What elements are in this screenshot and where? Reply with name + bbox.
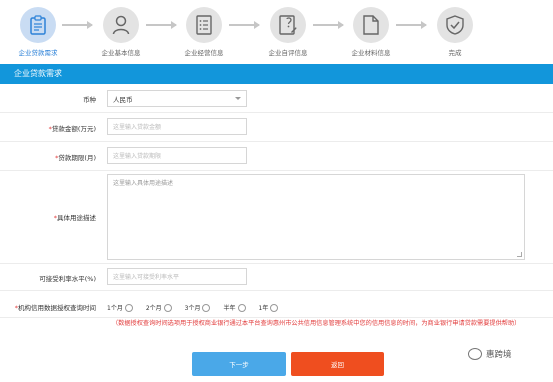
wechat-icon [468, 348, 482, 360]
placeholder-text: 这里输入贷款金额 [113, 124, 162, 131]
person-icon [103, 7, 139, 43]
watermark-text: 惠跨境 [486, 350, 512, 360]
radio-half-year[interactable]: 半年 [223, 303, 246, 312]
step-business-info[interactable]: 企业经营信息 [169, 7, 239, 57]
section-title: 企业贷款需求 [0, 64, 553, 84]
radio-label: 3个月 [184, 305, 201, 312]
placeholder-text: 这里输入可接受利率水平 [113, 274, 180, 281]
radio-1-month[interactable]: 1个月 [107, 303, 133, 312]
list-document-icon [186, 7, 222, 43]
interest-rate-input[interactable]: 这里输入可接受利率水平 [107, 268, 247, 285]
step-basic-info[interactable]: 企业基本信息 [86, 7, 156, 57]
chevron-down-icon [235, 97, 241, 100]
step-label: 企业经营信息 [184, 49, 224, 57]
shield-check-icon [437, 7, 473, 43]
purpose-label: *具体用途描述 [53, 214, 96, 222]
authorization-label: *机构信用数据授权查询时间 [14, 304, 96, 312]
step-materials[interactable]: 企业材料信息 [336, 7, 406, 57]
placeholder-text: 这里输入具体用途描述 [113, 180, 174, 187]
radio-3-months[interactable]: 3个月 [185, 303, 211, 312]
purpose-row: *具体用途描述 这里输入具体用途描述 [0, 171, 553, 264]
radio-label: 1年 [258, 305, 269, 312]
progress-stepper: 企业贷款需求 企业基本信息 企业经营信息 企业自评信息 企业材料信息 完成 [0, 0, 553, 62]
placeholder-text: 这里输入贷款期限 [113, 153, 162, 160]
file-icon [353, 7, 389, 43]
resize-handle-icon[interactable] [517, 252, 522, 257]
amount-row: *贷款金额(万元) 这里输入贷款金额 [0, 113, 553, 142]
radio-circle[interactable] [270, 303, 279, 312]
currency-row: 币种 人民币 [0, 84, 553, 113]
step-label: 企业贷款需求 [18, 49, 58, 57]
radio-label: 1个月 [107, 305, 123, 312]
radio-circle[interactable] [202, 303, 211, 312]
radio-label: 2个月 [145, 305, 162, 312]
step-self-assessment[interactable]: 企业自评信息 [253, 7, 323, 57]
loan-request-form: 币种 人民币 *贷款金额(万元) 这里输入贷款金额 *贷款期限(月) 这里输入贷… [0, 84, 553, 318]
step-label: 企业材料信息 [351, 49, 391, 57]
radio-label: 半年 [223, 305, 236, 312]
step-complete[interactable]: 完成 [420, 7, 490, 57]
authorization-radio-group: 1个月 2个月 3个月 半年 1年 [107, 303, 291, 312]
back-button[interactable]: 返回 [291, 352, 384, 376]
step-loan-request[interactable]: 企业贷款需求 [3, 7, 73, 57]
radio-circle[interactable] [163, 303, 172, 312]
term-row: *贷款期限(月) 这里输入贷款期限 [0, 142, 553, 171]
step-label: 企业基本信息 [101, 49, 141, 57]
purpose-textarea[interactable]: 这里输入具体用途描述 [107, 174, 525, 260]
radio-circle[interactable] [237, 303, 246, 312]
radio-circle[interactable] [124, 303, 133, 312]
interest-row: 可接受利率水平(%) 这里输入可接受利率水平 [0, 264, 553, 291]
next-button[interactable]: 下一步 [192, 352, 286, 376]
loan-amount-input[interactable]: 这里输入贷款金额 [107, 118, 247, 135]
currency-value: 人民币 [113, 95, 133, 104]
authorization-row: *机构信用数据授权查询时间 1个月 2个月 3个月 半年 1年 [0, 291, 553, 318]
interest-label: 可接受利率水平(%) [39, 275, 96, 283]
edit-document-icon [270, 7, 306, 43]
authorization-note: （数据授权查询时间选项用于授权商业银行通过本平台查询惠州市公共信用信息管理系统中… [112, 320, 521, 327]
radio-2-months[interactable]: 2个月 [146, 303, 172, 312]
currency-label: 币种 [83, 96, 96, 104]
term-label: *贷款期限(月) [55, 154, 96, 162]
amount-label: *贷款金额(万元) [48, 125, 96, 133]
currency-select[interactable]: 人民币 [107, 90, 247, 107]
step-label: 企业自评信息 [268, 49, 308, 57]
loan-term-input[interactable]: 这里输入贷款期限 [107, 147, 247, 164]
radio-1-year[interactable]: 1年 [259, 303, 279, 312]
step-label: 完成 [448, 49, 462, 57]
watermark: 惠跨境 [468, 348, 512, 360]
clipboard-icon [20, 7, 56, 43]
